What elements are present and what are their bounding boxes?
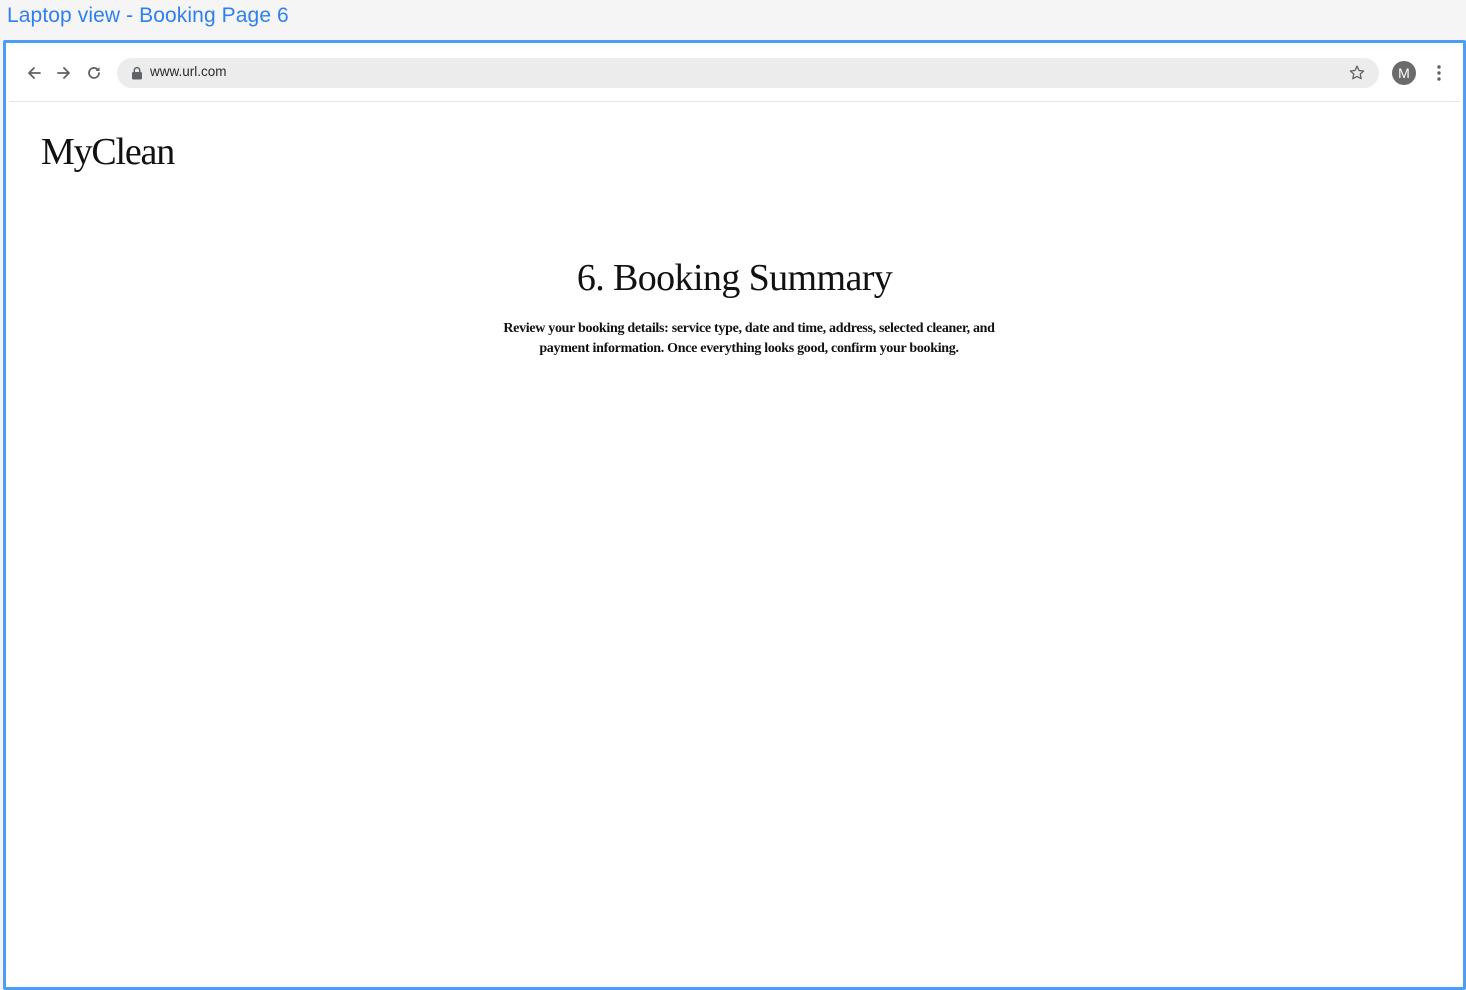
arrow-right-icon [57, 67, 70, 79]
url-text: www.url.com [150, 64, 227, 79]
forward-button[interactable] [53, 62, 75, 84]
kebab-menu-icon[interactable] [1430, 63, 1448, 83]
page-description: Review your booking details: service typ… [503, 321, 995, 356]
reload-icon [88, 67, 100, 79]
frame-label: Laptop view - Booking Page 6 [7, 4, 289, 27]
reload-button[interactable] [83, 62, 105, 84]
address-bar[interactable]: www.url.com [117, 58, 1379, 88]
page-title: 6. Booking Summary [576, 257, 893, 299]
browser-toolbar: www.url.com M [9, 46, 1460, 102]
site-logo[interactable]: MyClean [41, 130, 175, 174]
back-button[interactable] [23, 62, 45, 84]
browser-window: www.url.com M MyClean 6. Booking Summary… [9, 46, 1460, 984]
lock-icon [132, 66, 142, 80]
profile-avatar[interactable]: M [1392, 61, 1416, 85]
laptop-frame: www.url.com M MyClean 6. Booking Summary… [3, 40, 1466, 990]
arrow-left-icon [28, 67, 41, 79]
star-icon[interactable] [1348, 64, 1366, 82]
